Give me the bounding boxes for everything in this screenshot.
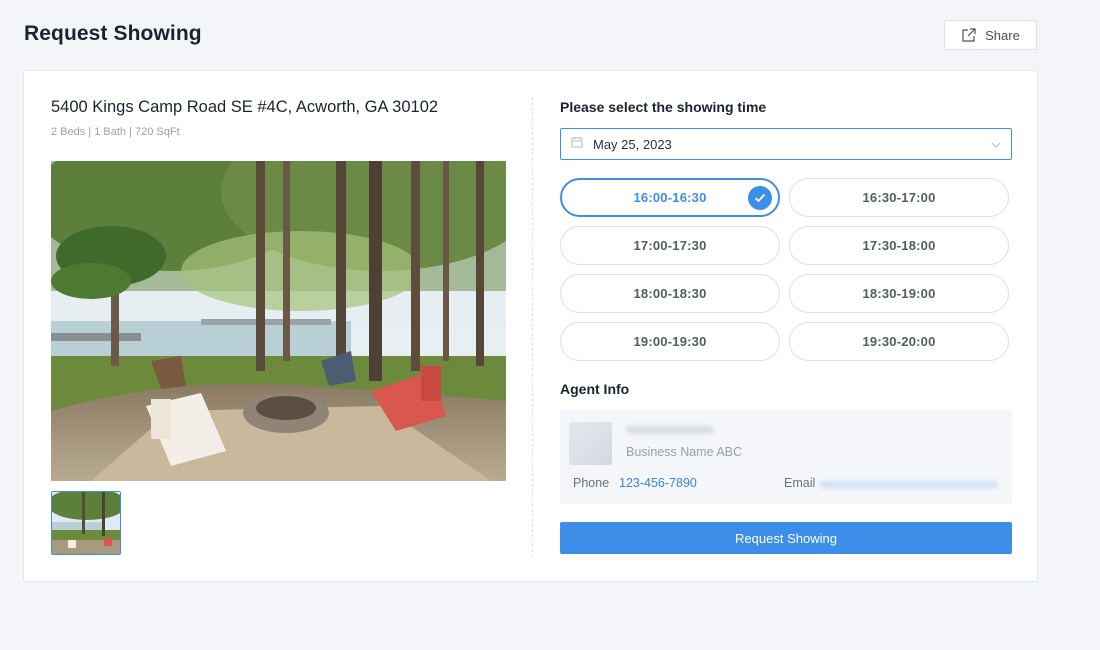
phone-label: Phone [573,476,610,490]
agent-email-redacted [820,481,998,488]
selected-date: May 25, 2023 [593,136,672,152]
agent-name-redacted [626,426,714,434]
time-slot-label: 18:00-18:30 [633,286,707,301]
agent-business-name: Business Name ABC [626,445,743,459]
time-slot-label: 18:30-19:00 [862,286,936,301]
agent-info-box: Business Name ABC Phone 123-456-7890 Ema… [560,410,1012,504]
calendar-icon [571,135,583,153]
time-slot[interactable]: 18:00-18:30 [560,274,780,313]
chevron-down-icon [991,135,1001,153]
property-specs: 2 Beds | 1 Bath | 720 SqFt [51,126,180,138]
time-slot-label: 17:30-18:00 [862,238,936,253]
time-slot-grid: 16:00-16:30 16:30-17:00 17:00-17:30 17:3… [560,178,1012,361]
photo-thumbnail[interactable] [51,491,121,555]
page-title: Request Showing [24,22,202,45]
property-address: 5400 Kings Camp Road SE #4C, Acworth, GA… [51,98,439,116]
agent-phone-link[interactable]: 123-456-7890 [619,476,697,490]
time-slot-label: 16:00-16:30 [633,190,707,205]
time-slot[interactable]: 19:30-20:00 [789,322,1009,361]
showing-card: 5400 Kings Camp Road SE #4C, Acworth, GA… [23,70,1038,582]
time-slot[interactable]: 17:00-17:30 [560,226,780,265]
request-showing-button[interactable]: Request Showing [560,522,1012,554]
time-slot-selected[interactable]: 16:00-16:30 [560,178,780,217]
time-slot[interactable]: 16:30-17:00 [789,178,1009,217]
time-slot-label: 19:30-20:00 [862,334,936,349]
share-icon [961,28,977,42]
avatar [569,422,612,465]
check-icon [748,185,772,210]
time-slot-label: 19:00-19:30 [633,334,707,349]
email-label: Email [784,476,816,490]
agent-info-title: Agent Info [560,381,630,397]
property-photo[interactable] [51,161,506,481]
share-button[interactable]: Share [944,20,1037,50]
date-select[interactable]: May 25, 2023 [560,128,1012,160]
time-slot-label: 17:00-17:30 [633,238,707,253]
time-slot-label: 16:30-17:00 [862,190,936,205]
time-slot[interactable]: 17:30-18:00 [789,226,1009,265]
time-slot[interactable]: 18:30-19:00 [789,274,1009,313]
share-label: Share [985,27,1020,43]
time-slot[interactable]: 19:00-19:30 [560,322,780,361]
column-divider [532,97,533,557]
showing-time-title: Please select the showing time [560,99,767,115]
